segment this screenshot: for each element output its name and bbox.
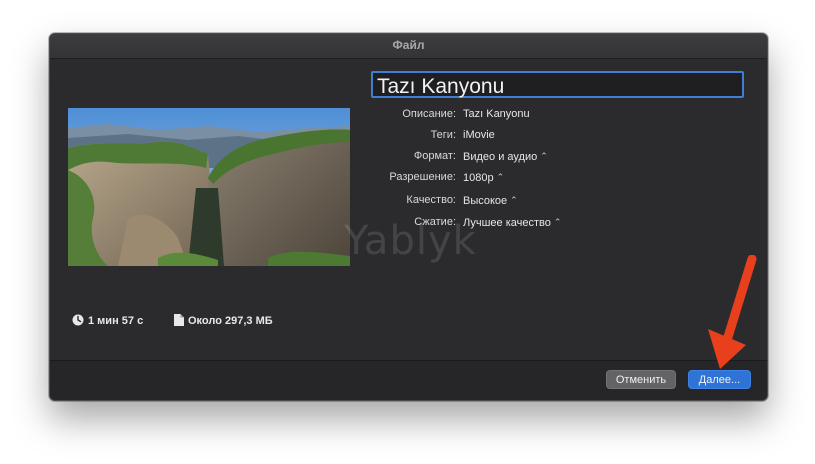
quality-value: Высокое — [463, 195, 508, 207]
title-bar: Файл — [50, 34, 767, 59]
share-file-dialog: Файл Tazı Kanyonu Описание: Tazı Kanyonu… — [49, 33, 768, 401]
tags-field[interactable]: iMovie — [463, 127, 495, 143]
size-info: Около 297,3 МБ — [174, 314, 273, 328]
compression-popup[interactable]: Лучшее качество ⌃ — [463, 214, 561, 231]
property-row-format: Формат: Видео и аудио ⌃ — [350, 148, 650, 164]
quality-label: Качество: — [406, 194, 456, 206]
file-icon — [174, 314, 184, 326]
resolution-value: 1080p — [463, 172, 494, 184]
chevron-updown-icon: ⌃ — [540, 151, 548, 161]
resolution-popup[interactable]: 1080p ⌃ — [463, 169, 504, 186]
window-title: Файл — [392, 38, 425, 52]
property-row-quality: Качество: Высокое ⌃ — [350, 192, 650, 208]
property-row-resolution: Разрешение: 1080p ⌃ — [350, 169, 650, 185]
size-text: Около 297,3 МБ — [188, 315, 273, 327]
dialog-footer: Отменить Далее... — [50, 360, 767, 400]
description-field[interactable]: Tazı Kanyonu — [463, 106, 530, 122]
duration-info: 1 мин 57 с — [72, 314, 143, 328]
quality-popup[interactable]: Высокое ⌃ — [463, 192, 518, 209]
format-value: Видео и аудио — [463, 151, 538, 163]
tags-label: Теги: — [430, 129, 456, 141]
annotation-arrow-icon — [708, 255, 757, 369]
property-row-tags: Теги: iMovie — [350, 127, 650, 143]
chevron-updown-icon: ⌃ — [510, 195, 518, 205]
chevron-updown-icon: ⌃ — [496, 172, 505, 182]
resolution-label: Разрешение: — [389, 171, 456, 183]
chevron-updown-icon: ⌃ — [553, 217, 562, 227]
description-label: Описание: — [402, 108, 456, 120]
format-label: Формат: — [413, 150, 456, 162]
watermark: Yablyk — [344, 218, 477, 264]
duration-text: 1 мин 57 с — [88, 315, 144, 327]
video-thumbnail — [68, 108, 350, 266]
project-name-input[interactable]: Tazı Kanyonu — [371, 71, 744, 98]
clock-icon — [72, 314, 84, 326]
property-row-description: Описание: Tazı Kanyonu — [350, 106, 650, 122]
next-button[interactable]: Далее... — [688, 370, 751, 389]
screenshot-stage: Файл Tazı Kanyonu Описание: Tazı Kanyonu… — [0, 0, 815, 464]
format-popup[interactable]: Видео и аудио ⌃ — [463, 148, 548, 165]
cancel-button[interactable]: Отменить — [606, 370, 676, 389]
